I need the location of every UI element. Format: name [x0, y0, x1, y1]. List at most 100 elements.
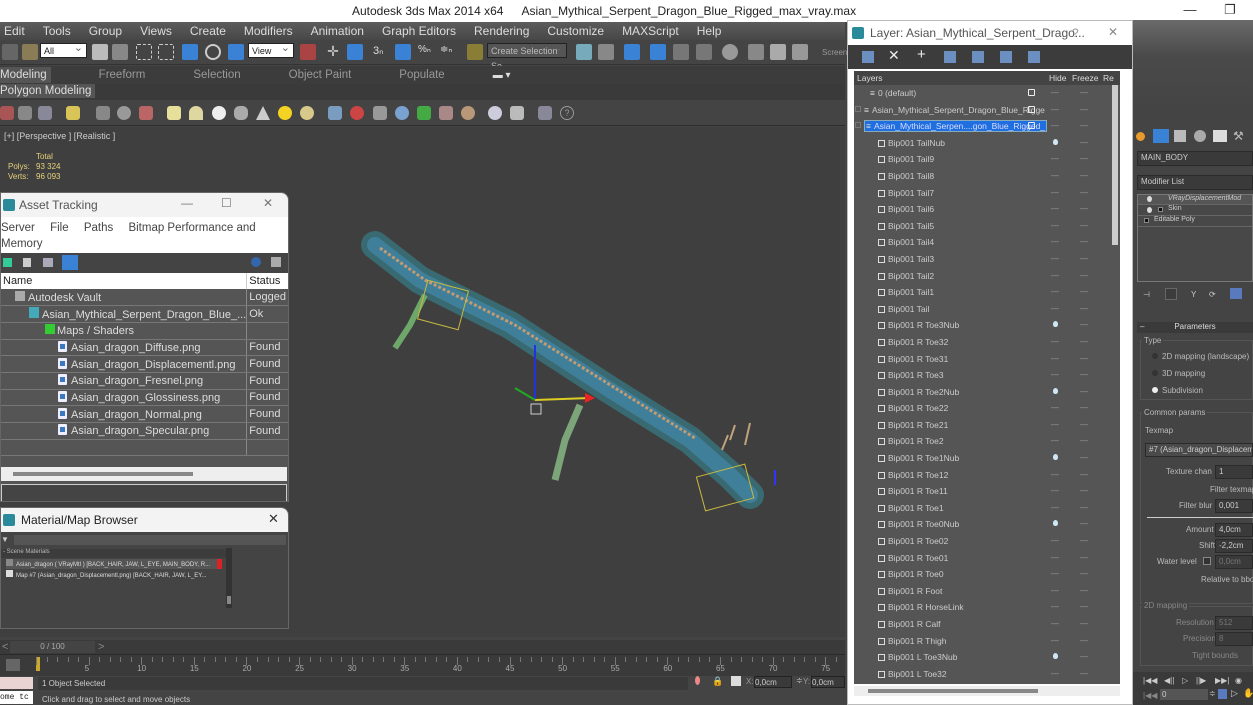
hide-toggle[interactable]: —	[1051, 105, 1061, 114]
hair-fur-icon[interactable]	[439, 106, 453, 120]
hide-toggle[interactable]: —	[1051, 354, 1061, 363]
horizontal-scrollbar[interactable]	[1, 467, 287, 481]
shift-field[interactable]: -2,2cm	[1215, 539, 1253, 553]
rotate-icon[interactable]	[205, 44, 221, 60]
freeze-toggle[interactable]: —	[1080, 387, 1090, 396]
hide-all-layers-icon[interactable]	[1000, 51, 1012, 63]
freeze-toggle[interactable]: —	[1080, 237, 1090, 246]
object-row[interactable]: Bip001 Tail5 — —	[854, 218, 1120, 235]
parameters-rollout[interactable]: – Parameters	[1137, 322, 1253, 333]
reference-coord-dropdown[interactable]: View	[248, 41, 294, 58]
gizmo-x-axis[interactable]	[534, 397, 591, 401]
freeze-toggle[interactable]: —	[1080, 138, 1090, 147]
freeze-toggle[interactable]: —	[1080, 287, 1090, 296]
hide-toggle[interactable]: —	[1051, 669, 1061, 678]
viewport-label[interactable]: [+] [Perspective ] [Realistic ]	[4, 131, 115, 141]
select-by-name-icon[interactable]	[112, 44, 128, 60]
table-row[interactable]: Asian_Mythical_Serpent_Dragon_Blue_... Ok	[1, 305, 288, 323]
object-row[interactable]: Bip001 R Toe11 — —	[854, 483, 1120, 500]
freeze-toggle[interactable]: —	[1080, 453, 1090, 462]
light-bulb-icon[interactable]	[1053, 138, 1058, 145]
hide-toggle[interactable]: —	[1051, 470, 1061, 479]
hide-toggle[interactable]: —	[1051, 619, 1061, 628]
browser-options-icon[interactable]: ▼	[1, 535, 11, 545]
help-button[interactable]: ?	[1072, 26, 1079, 40]
freeze-toggle[interactable]: —	[1080, 154, 1090, 163]
list-icon[interactable]	[18, 106, 32, 120]
object-row[interactable]: Bip001 Tail6 — —	[854, 201, 1120, 218]
type-radio-option[interactable]: 2D mapping (landscape)	[1152, 352, 1249, 361]
current-layer-checkbox[interactable]	[1028, 89, 1035, 96]
create-tab-icon[interactable]	[1136, 132, 1145, 141]
selection-filter-dropdown[interactable]: All	[40, 41, 87, 58]
ribbon-options-icon[interactable]: ▬ ▾	[493, 70, 511, 81]
angle-snap-icon[interactable]	[395, 44, 411, 60]
hide-toggle[interactable]: —	[1051, 237, 1061, 246]
cone-icon[interactable]	[256, 106, 270, 120]
hide-toggle[interactable]: —	[1051, 420, 1061, 429]
clone-icon[interactable]	[538, 106, 552, 120]
hide-toggle[interactable]: —	[1051, 602, 1061, 611]
object-row[interactable]: Bip001 TailNub —	[854, 135, 1120, 152]
time-config-icon[interactable]	[1218, 689, 1227, 699]
precision-field[interactable]: 8	[1215, 632, 1253, 646]
list-view-icon[interactable]	[23, 258, 31, 267]
object-row[interactable]: Bip001 Tail — —	[854, 301, 1120, 318]
stack-item-skin[interactable]: Skin	[1138, 205, 1252, 216]
object-row[interactable]: Bip001 R Toe22 — —	[854, 400, 1120, 417]
molecule-icon[interactable]	[350, 106, 364, 120]
motion-tab-icon[interactable]	[1194, 130, 1206, 142]
hide-toggle[interactable]: —	[1051, 121, 1061, 130]
edit-named-selection-icon[interactable]	[467, 44, 483, 60]
hide-toggle[interactable]: —	[1051, 287, 1061, 296]
hide-toggle[interactable]: —	[1051, 503, 1061, 512]
layer-horizontal-scrollbar[interactable]	[854, 686, 1120, 696]
material-search-input[interactable]	[14, 535, 286, 545]
scene-materials-group[interactable]: - Scene Materials	[1, 549, 226, 558]
menu-file[interactable]: File	[50, 222, 69, 234]
tab-modeling[interactable]: Modeling	[0, 67, 51, 83]
current-layer-checkbox[interactable]	[1028, 122, 1035, 130]
sun-positioner-icon[interactable]	[117, 106, 131, 120]
curve-editor-icon[interactable]	[673, 44, 689, 60]
walkthrough-icon[interactable]: ▷	[1231, 688, 1238, 699]
freeze-toggle[interactable]: —	[1080, 354, 1090, 363]
x-coordinate-field[interactable]	[754, 676, 792, 688]
freeze-toggle[interactable]: —	[1080, 569, 1090, 578]
gizmo-plane-handle[interactable]	[530, 403, 542, 415]
freeze-all-layers-icon[interactable]	[1028, 51, 1040, 63]
hide-toggle[interactable]: —	[1051, 204, 1061, 213]
minimize-icon[interactable]: —	[181, 196, 193, 210]
maxscript-mini-listener[interactable]: ome tc	[0, 691, 33, 704]
bind-space-warp-icon[interactable]	[22, 44, 38, 60]
object-row[interactable]: Bip001 R Foot — —	[854, 583, 1120, 600]
freeze-toggle[interactable]: —	[1080, 171, 1090, 180]
hide-toggle[interactable]: —	[1051, 304, 1061, 313]
light-bulb-icon[interactable]	[1147, 207, 1152, 213]
scrollbar-thumb[interactable]	[227, 596, 231, 604]
render-icon[interactable]	[0, 106, 14, 120]
tab-freeform[interactable]: Freeform	[99, 69, 146, 81]
percent-snap-icon[interactable]: %ₙ	[418, 44, 434, 60]
hide-toggle[interactable]: —	[1051, 221, 1061, 230]
track-bar[interactable]: 5 10 15 20 25 30 35 40 45 50 55 60 65 70 75	[0, 654, 845, 676]
fur-icon[interactable]	[395, 106, 409, 120]
layer-explorer-icon[interactable]	[624, 44, 640, 60]
frame-spinner[interactable]: ≑	[1209, 689, 1216, 698]
delete-layer-icon[interactable]: ✕	[888, 47, 900, 64]
display-tab-icon[interactable]	[1213, 130, 1227, 142]
object-row[interactable]: Bip001 L Toe3Nub —	[854, 649, 1120, 666]
hide-toggle[interactable]: —	[1051, 337, 1061, 346]
tab-selection[interactable]: Selection	[193, 69, 240, 81]
object-row[interactable]: Bip001 Tail2 — —	[854, 268, 1120, 285]
object-row[interactable]: Bip001 R Toe2 — —	[854, 433, 1120, 450]
menu-views[interactable]: Views	[140, 24, 172, 38]
hide-toggle[interactable]: —	[1051, 403, 1061, 412]
key-mode-icon[interactable]: |◀◀	[1143, 691, 1157, 700]
freeze-toggle[interactable]: —	[1080, 669, 1090, 678]
object-row[interactable]: Bip001 R Toe1Nub —	[854, 450, 1120, 467]
column-layers[interactable]: Layers	[857, 73, 883, 83]
material-sphere-icon[interactable]	[488, 106, 502, 120]
next-frame-button[interactable]: >	[98, 641, 104, 653]
help-icon[interactable]: ?	[560, 106, 574, 120]
